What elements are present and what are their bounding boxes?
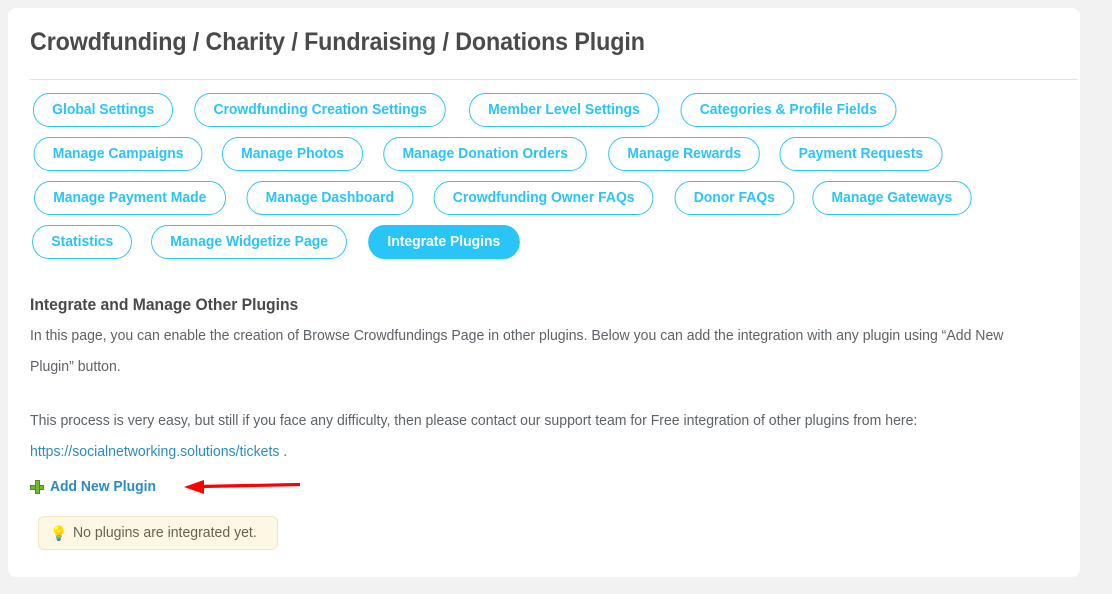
tab-row: Manage Campaigns Manage Photos Manage Dona…	[30, 136, 1060, 172]
section-heading: Integrate and Manage Other Plugins	[30, 296, 299, 314]
tab-manage-donation-orders[interactable]: Manage Donation Orders	[383, 137, 588, 171]
settings-card: Crowdfunding / Charity / Fundraising / D…	[8, 8, 1080, 577]
tab-payment-requests[interactable]: Payment Requests	[779, 137, 943, 171]
add-new-plugin-label: Add New Plugin	[50, 479, 156, 495]
tab-statistics[interactable]: Statistics	[32, 225, 133, 259]
tab-manage-photos[interactable]: Manage Photos	[222, 137, 364, 171]
tab-manage-payment-made[interactable]: Manage Payment Made	[33, 181, 226, 215]
support-paragraph-period: .	[279, 444, 288, 460]
tab-navigation: Global Settings Crowdfunding Creation Set…	[30, 92, 1060, 268]
tab-crowdfunding-owner-faqs[interactable]: Crowdfunding Owner FAQs	[433, 181, 655, 215]
tab-manage-dashboard[interactable]: Manage Dashboard	[246, 181, 413, 215]
support-ticket-link[interactable]: https://socialnetworking.solutions/ticke…	[30, 444, 279, 460]
plus-icon	[30, 480, 44, 494]
tab-manage-widgetize-page[interactable]: Manage Widgetize Page	[151, 225, 348, 259]
title-divider	[30, 79, 1078, 80]
tab-member-level-settings[interactable]: Member Level Settings	[468, 93, 659, 127]
tab-global-settings[interactable]: Global Settings	[32, 93, 174, 127]
tab-manage-rewards[interactable]: Manage Rewards	[607, 137, 761, 171]
tab-donor-faqs[interactable]: Donor FAQs	[674, 181, 794, 215]
intro-paragraph: In this page, you can enable the creatio…	[30, 328, 1004, 375]
tab-row: Global Settings Crowdfunding Creation Set…	[30, 92, 1060, 128]
support-paragraph: This process is very easy, but still if …	[30, 406, 1039, 468]
add-new-plugin-button[interactable]: Add New Plugin	[30, 476, 160, 498]
support-paragraph-text: This process is very easy, but still if …	[30, 413, 918, 429]
tab-row: Statistics Manage Widgetize Page Integrate…	[30, 224, 1060, 260]
tab-crowdfunding-creation-settings[interactable]: Crowdfunding Creation Settings	[194, 93, 447, 127]
lightbulb-icon: 💡	[50, 525, 68, 541]
tab-row: Manage Payment Made Manage Dashboard Crowd…	[30, 180, 1060, 216]
tab-integrate-plugins[interactable]: Integrate Plugins	[367, 225, 520, 259]
tab-manage-campaigns[interactable]: Manage Campaigns	[33, 137, 203, 171]
empty-state-notice: 💡 No plugins are integrated yet.	[38, 516, 278, 550]
page-title: Crowdfunding / Charity / Fundraising / D…	[30, 28, 645, 56]
red-annotation-arrow	[184, 480, 301, 494]
tab-categories-profile-fields[interactable]: Categories & Profile Fields	[680, 93, 896, 127]
empty-state-notice-text: No plugins are integrated yet.	[73, 525, 258, 541]
tab-manage-gateways[interactable]: Manage Gateways	[812, 181, 972, 215]
